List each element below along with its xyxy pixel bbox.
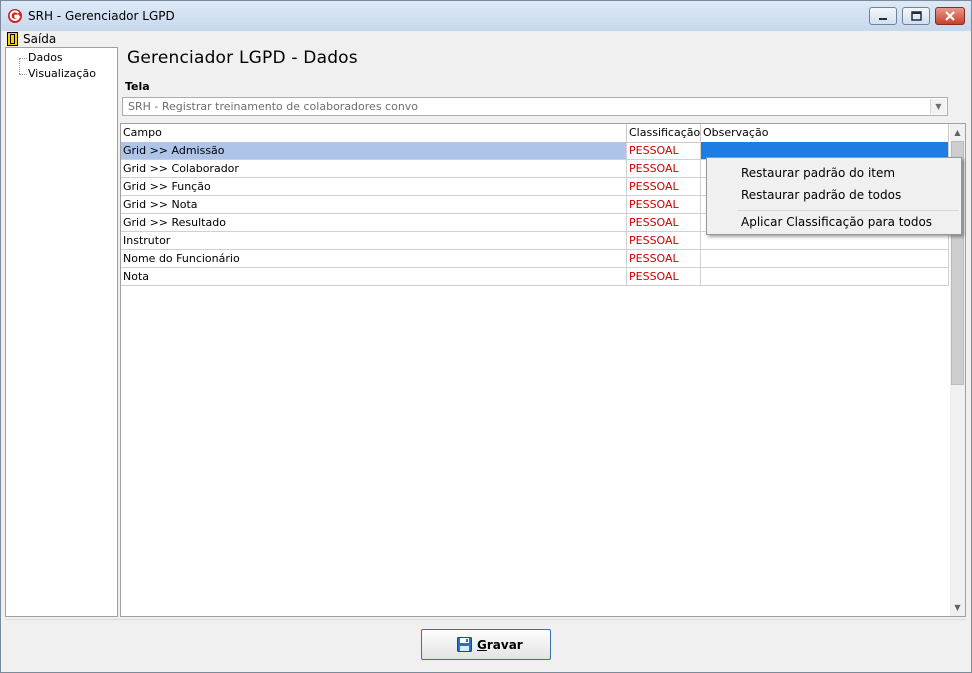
close-button[interactable]	[935, 7, 965, 25]
campo-cell[interactable]: Grid >> Nota	[121, 196, 627, 213]
page-title: Gerenciador LGPD - Dados	[127, 48, 358, 68]
chevron-down-icon[interactable]: ▼	[930, 99, 946, 114]
table-row[interactable]: Nota PESSOAL	[121, 268, 949, 286]
tela-label: Tela	[125, 80, 150, 93]
campo-cell[interactable]: Grid >> Admissão	[121, 142, 627, 159]
tree-connector	[19, 58, 20, 74]
campo-cell[interactable]: Grid >> Função	[121, 178, 627, 195]
classificacao-cell[interactable]: PESSOAL	[627, 160, 701, 177]
context-menu: Restaurar padrão do item Restaurar padrã…	[706, 157, 962, 235]
exit-door-icon	[7, 32, 18, 46]
srh-g-logo-icon	[8, 9, 22, 23]
maximize-icon	[911, 11, 922, 21]
save-button-label: Gravar	[477, 638, 523, 652]
classificacao-cell[interactable]: PESSOAL	[627, 232, 701, 249]
maximize-button[interactable]	[902, 7, 930, 25]
footer-divider	[5, 619, 966, 620]
menu-item-restore-all[interactable]: Restaurar padrão de todos	[741, 188, 901, 202]
minimize-icon	[879, 18, 887, 20]
campo-cell[interactable]: Nota	[121, 268, 627, 285]
campo-cell[interactable]: Nome do Funcionário	[121, 250, 627, 267]
classificacao-cell[interactable]: PESSOAL	[627, 214, 701, 231]
column-header-observacao[interactable]: Observação	[701, 124, 949, 142]
scroll-up-icon[interactable]: ▲	[950, 124, 965, 141]
classificacao-cell[interactable]: PESSOAL	[627, 268, 701, 285]
observacao-cell[interactable]	[701, 250, 949, 267]
classificacao-cell[interactable]: PESSOAL	[627, 250, 701, 267]
classificacao-cell[interactable]: PESSOAL	[627, 142, 701, 159]
window-title: SRH - Gerenciador LGPD	[28, 9, 175, 23]
column-header-campo[interactable]: Campo	[121, 124, 627, 142]
menu-bar: Saída	[1, 31, 971, 47]
column-header-classificacao[interactable]: Classificação	[627, 124, 701, 142]
close-icon	[945, 11, 955, 21]
save-button[interactable]: Gravar	[421, 629, 551, 660]
menu-separator	[737, 210, 959, 211]
classificacao-cell[interactable]: PESSOAL	[627, 178, 701, 195]
title-bar[interactable]: SRH - Gerenciador LGPD	[1, 1, 971, 31]
campo-cell[interactable]: Instrutor	[121, 232, 627, 249]
campo-cell[interactable]: Grid >> Colaborador	[121, 160, 627, 177]
grid-header: Campo Classificação Observação	[121, 124, 949, 143]
campo-cell[interactable]: Grid >> Resultado	[121, 214, 627, 231]
table-row[interactable]: Nome do Funcionário PESSOAL	[121, 250, 949, 268]
scroll-down-icon[interactable]: ▼	[950, 599, 965, 616]
floppy-disk-icon	[457, 637, 472, 652]
nav-item-visualizacao[interactable]: Visualização	[28, 67, 96, 80]
nav-tree: Dados Visualização	[5, 47, 118, 617]
menu-item-restore-item[interactable]: Restaurar padrão do item	[741, 166, 895, 180]
screen-select[interactable]: SRH - Registrar treinamento de colaborad…	[122, 97, 948, 116]
screen-select-value: SRH - Registrar treinamento de colaborad…	[128, 100, 419, 113]
tree-connector	[19, 58, 27, 59]
menu-item-apply-classification-all[interactable]: Aplicar Classificação para todos	[741, 215, 932, 229]
minimize-button[interactable]	[869, 7, 897, 25]
tree-connector	[19, 74, 27, 75]
menu-exit[interactable]: Saída	[23, 32, 56, 46]
nav-item-dados[interactable]: Dados	[28, 51, 63, 64]
observacao-cell[interactable]	[701, 268, 949, 285]
classificacao-cell[interactable]: PESSOAL	[627, 196, 701, 213]
